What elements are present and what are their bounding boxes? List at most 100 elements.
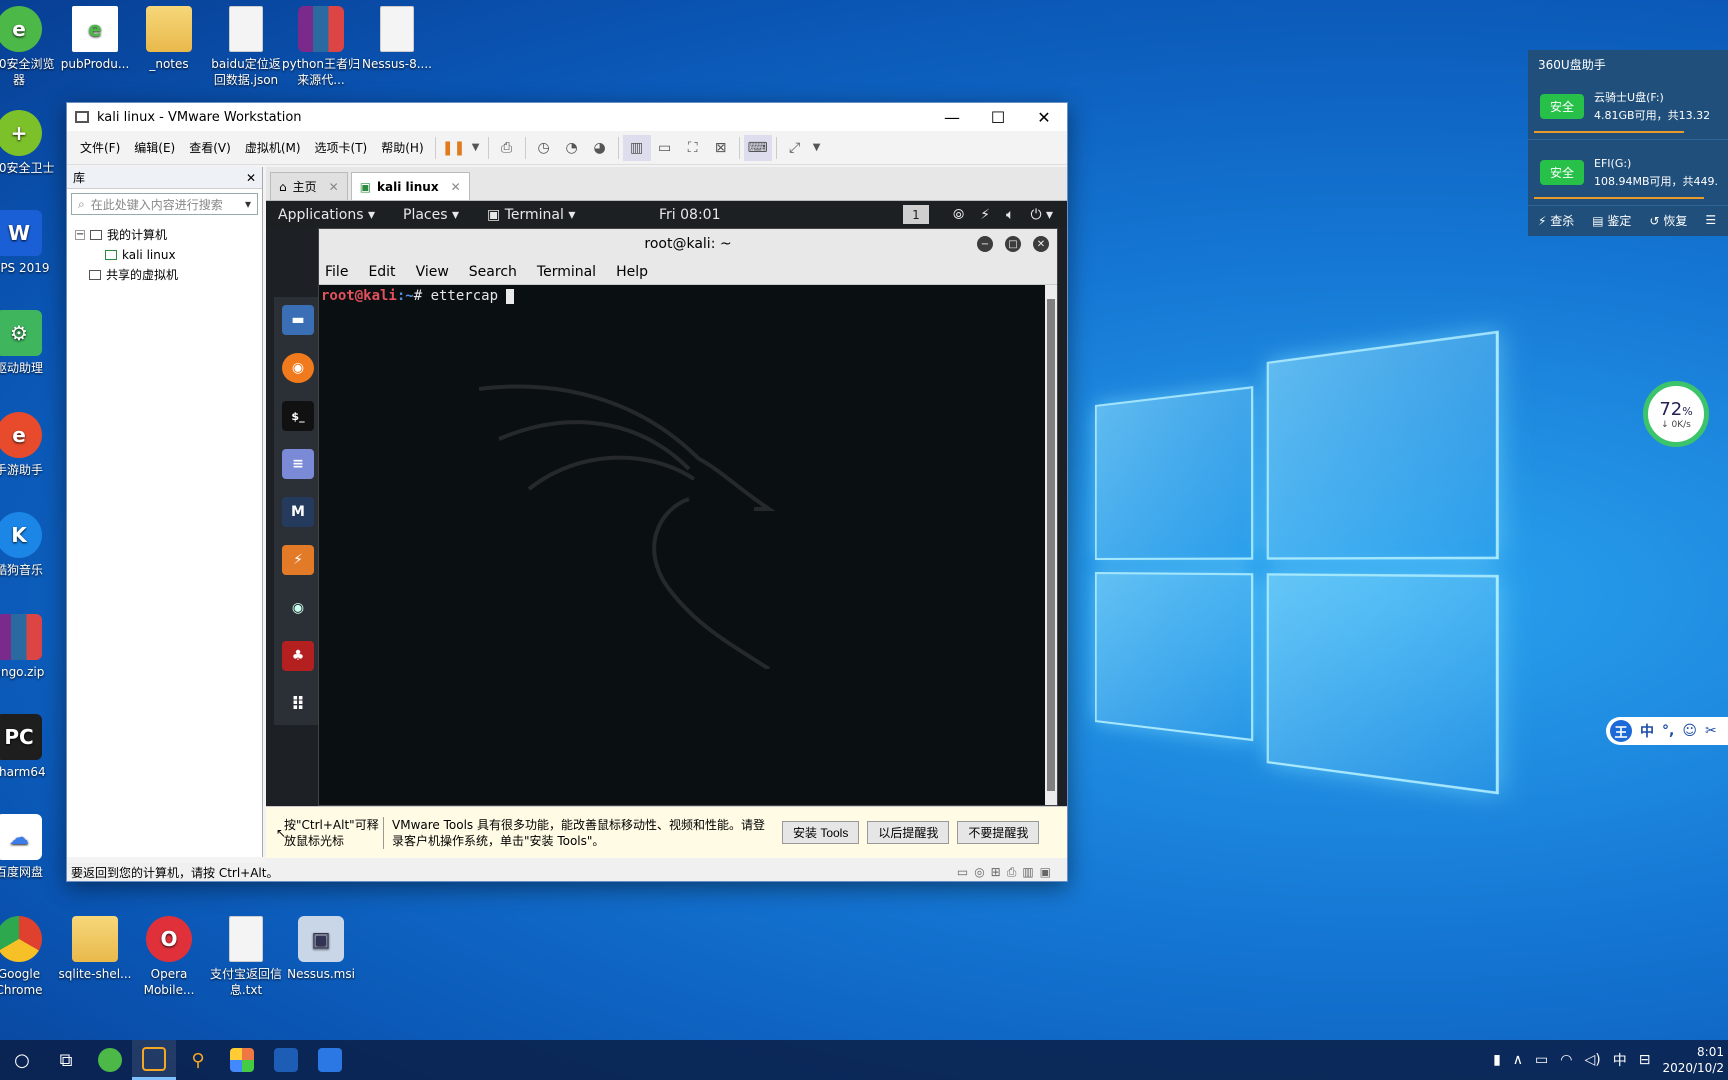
metasploit-icon[interactable]: M [282,497,314,527]
collapse-icon[interactable]: − [75,230,85,240]
power-icon[interactable]: ⏻ ▾ [1030,207,1053,223]
menu-edit[interactable]: Edit [368,264,395,280]
desktop-icon-pycharm[interactable]: PC charm64 [0,714,58,780]
eye-icon[interactable]: ◉ [282,593,314,623]
wifi-icon[interactable]: ◠ [1560,1052,1572,1068]
never-remind-button[interactable]: 不要提醒我 [957,821,1040,844]
console-icon[interactable]: ⌨ [743,134,772,161]
volume-icon[interactable]: 🔈︎ [1006,207,1014,223]
chevron-down-icon[interactable]: ▾ [245,197,251,211]
taskbar-phone[interactable] [308,1040,352,1080]
ime-toolbar[interactable]: 王 中 °, ☺ ✂ [1606,717,1728,745]
menu-view[interactable]: View [416,264,449,280]
terminal-title-bar[interactable]: root@kali: ~ − □ ✕ [319,229,1057,259]
scrollbar-thumb[interactable] [1047,299,1055,791]
ime-icon[interactable]: ⊟ [1639,1052,1651,1068]
desktop-icon-zip[interactable]: ango.zip [0,614,58,680]
minimize-button[interactable]: — [929,103,975,131]
scan-button[interactable]: ⚡ 查杀 [1538,212,1574,229]
desktop-icon-pubproduct[interactable]: e pubProdu... [56,6,134,72]
recover-button[interactable]: ↺ 恢复 [1649,212,1687,229]
display-icon[interactable]: ▭ [1535,1052,1548,1068]
ime-mode[interactable]: 中 [1640,721,1654,741]
tree-node-my-computer[interactable]: − 我的计算机 [75,225,254,245]
volume-icon[interactable]: ◁) [1585,1052,1601,1068]
desktop-icon-alipay-txt[interactable]: 支付宝返回信息.txt [207,916,285,998]
menu-search[interactable]: Search [469,264,517,280]
desktop-icon-python-rar[interactable]: python王者归来源代... [282,6,360,88]
chevron-up-icon[interactable]: ∧ [1513,1052,1523,1068]
snapshot-icon[interactable]: ◷ [530,135,558,161]
desktop-icon-sqlite[interactable]: sqlite-shel... [56,916,134,982]
fullscreen-icon[interactable]: ⛶ [679,135,707,161]
tab-home[interactable]: ⌂ 主页 ✕ [270,172,348,200]
menu-tabs[interactable]: 选项卡(T) [308,139,375,156]
terminal-icon[interactable]: $_ [282,401,314,431]
menu-icon[interactable]: ☰ [1705,213,1716,227]
network-icon[interactable]: ⚡ [980,207,990,223]
chevron-down-icon[interactable]: ▼ [809,135,825,161]
revert-snapshot-icon[interactable]: ◔ [558,135,586,161]
pause-icon[interactable]: ❚❚ [440,135,468,161]
cherrytree-icon[interactable]: ♣ [282,641,314,671]
taskbar-360browser[interactable] [88,1040,132,1080]
desktop-icon-baidu-pan[interactable]: ☁ 百度网盘 [0,814,58,880]
desktop-icon-wps[interactable]: W WPS 2019 [0,210,58,276]
minimize-button[interactable]: − [977,236,993,252]
maximize-button[interactable]: □ [1005,236,1021,252]
desktop-icon-360safe[interactable]: + 360安全卫士 [0,110,58,176]
desktop-icon-notes[interactable]: _notes [130,6,208,72]
menu-vm[interactable]: 虚拟机(M) [238,139,308,156]
close-button[interactable]: ✕ [1021,103,1067,131]
desktop-icon-kugou[interactable]: K 酷狗音乐 [0,512,58,578]
guest-screen[interactable]: Applications ▾ Places ▾ ▣ Terminal ▾ Fri… [266,201,1067,806]
menu-edit[interactable]: 编辑(E) [127,139,182,156]
terminal-scrollbar[interactable] [1045,285,1057,805]
usb-drive-item[interactable]: 安全 云骑士U盘(F:) 4.81GB可用，共13.32 [1528,74,1728,140]
battery-icon[interactable]: ▮ [1493,1052,1501,1068]
tree-node-shared[interactable]: 共享的虚拟机 [75,265,254,285]
search-icon[interactable]: ○ [0,1040,44,1080]
desktop-icon-game-helper[interactable]: e 手游助手 [0,412,58,478]
text-editor-icon[interactable]: ≡ [282,449,314,479]
taskbar-clock[interactable]: 8:01 2020/10/2 [1662,1044,1724,1076]
app-grid-icon[interactable]: ⠿ [282,689,314,719]
close-icon[interactable]: ✕ [451,180,461,194]
terminal-window[interactable]: root@kali: ~ − □ ✕ File Edit View Search… [318,228,1058,806]
files-icon[interactable]: ▬ [282,305,314,335]
identify-button[interactable]: ▤ 鉴定 [1592,212,1631,229]
library-view-icon[interactable]: ▥ [622,134,651,161]
terminal-output[interactable]: root@kali:~# ettercap [319,285,1045,805]
desktop-icon-opera[interactable]: O Opera Mobile... [130,916,208,998]
library-search-input[interactable]: ⌕ 在此处键入内容进行搜索 ▾ [71,193,258,215]
taskbar-search-tool[interactable]: ⚲ [176,1040,220,1080]
maximize-button[interactable]: ☐ [975,103,1021,131]
workspace-indicator[interactable]: 1 [903,205,929,224]
remind-later-button[interactable]: 以后提醒我 [867,821,950,844]
taskbar-jdk[interactable] [264,1040,308,1080]
task-view-icon[interactable]: ⧉ [44,1040,88,1080]
emoji-icon[interactable]: ☺ [1682,723,1697,739]
send-keys-icon[interactable]: ⎙ [493,135,521,161]
desktop-icon-chrome[interactable]: Google Chrome [0,916,58,998]
stretch-icon[interactable]: ⤢ [781,135,809,161]
menu-help[interactable]: Help [616,264,648,280]
tools-icon[interactable]: ✂ [1705,723,1717,739]
clock[interactable]: Fri 08:01 [659,207,720,223]
punctuation-icon[interactable]: °, [1662,723,1674,739]
desktop-icon-nessus-msi[interactable]: ▣ Nessus.msi [282,916,360,982]
firefox-icon[interactable]: ◉ [282,353,314,383]
vmware-window[interactable]: kali linux - VMware Workstation — ☐ ✕ 文件… [66,102,1068,882]
places-menu[interactable]: Places ▾ [403,207,459,223]
desktop-icon-baidu-json[interactable]: baidu定位返回数据.json [207,6,285,88]
tree-node-kali[interactable]: kali linux [75,245,254,265]
unity-icon[interactable]: ⊠ [707,135,735,161]
desktop-icon-360browser[interactable]: e 360安全浏览器 [0,6,58,88]
input-language[interactable]: 中 [1613,1050,1627,1070]
desktop-icon-driver[interactable]: ⚙ 驱动助理 [0,310,58,376]
close-icon[interactable]: ✕ [329,180,339,194]
close-button[interactable]: ✕ [1033,236,1049,252]
close-icon[interactable]: ✕ [246,171,256,185]
video-icon[interactable]: ⦾ [953,207,964,223]
applications-menu[interactable]: Applications ▾ [278,207,375,223]
